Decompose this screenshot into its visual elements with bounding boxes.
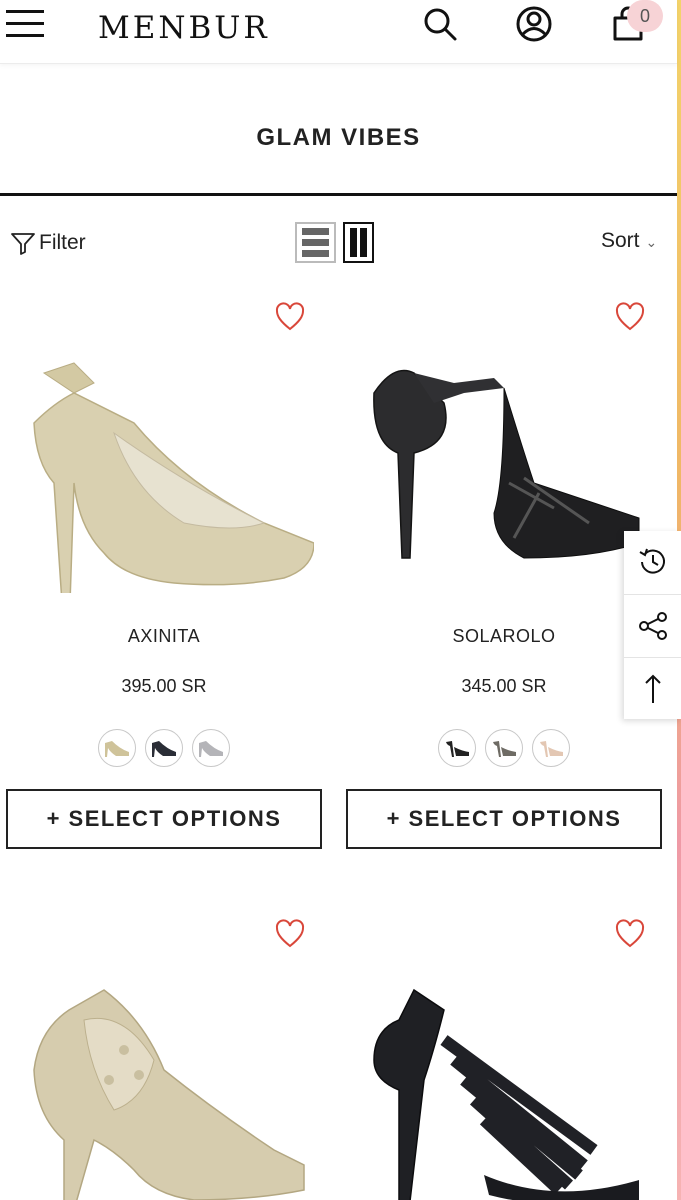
back-to-top-icon[interactable]: [624, 657, 681, 719]
sort-label: Sort: [601, 229, 640, 252]
recently-viewed-icon[interactable]: [624, 531, 681, 593]
wishlist-heart-icon[interactable]: [614, 918, 646, 950]
sort-button[interactable]: Sort ⌄: [601, 229, 657, 253]
swatch-gold[interactable]: [98, 729, 136, 767]
swatch-black[interactable]: [438, 729, 476, 767]
swatch-nude[interactable]: [532, 729, 570, 767]
select-options-button[interactable]: + SELECT OPTIONS: [6, 789, 322, 849]
product-image[interactable]: [354, 950, 654, 1200]
list-view-button[interactable]: [295, 222, 336, 263]
product-image[interactable]: [354, 333, 654, 593]
filter-icon: [11, 233, 35, 255]
wishlist-heart-icon[interactable]: [274, 918, 306, 950]
account-icon[interactable]: [514, 4, 554, 44]
product-image[interactable]: [14, 333, 314, 593]
swatch-silver[interactable]: [192, 729, 230, 767]
search-icon[interactable]: [420, 4, 460, 44]
select-options-button[interactable]: + SELECT OPTIONS: [346, 789, 662, 849]
swatch-grey[interactable]: [485, 729, 523, 767]
site-header: MENBUR 0: [0, 0, 677, 64]
color-swatches: [346, 729, 662, 767]
filter-label: Filter: [39, 231, 86, 254]
wishlist-heart-icon[interactable]: [274, 301, 306, 333]
product-image[interactable]: [14, 950, 314, 1200]
filter-button[interactable]: Filter: [10, 228, 86, 258]
product-price: 395.00 SR: [121, 676, 207, 696]
product-name[interactable]: AXINITA: [6, 626, 322, 647]
chevron-down-icon: ⌄: [645, 233, 658, 250]
product-price: 345.00 SR: [461, 676, 547, 696]
logo[interactable]: MENBUR: [98, 10, 270, 46]
page-title: GLAM VIBES: [256, 124, 421, 151]
share-icon[interactable]: [624, 594, 681, 656]
side-tools: [624, 531, 681, 719]
cart-count-badge: 0: [627, 0, 663, 32]
product-name[interactable]: SOLAROLO: [346, 626, 662, 647]
swatch-black[interactable]: [145, 729, 183, 767]
grid-view-button[interactable]: [343, 222, 374, 263]
menu-icon[interactable]: [4, 6, 46, 42]
title-divider: [0, 193, 677, 196]
color-swatches: [6, 729, 322, 767]
wishlist-heart-icon[interactable]: [614, 301, 646, 333]
